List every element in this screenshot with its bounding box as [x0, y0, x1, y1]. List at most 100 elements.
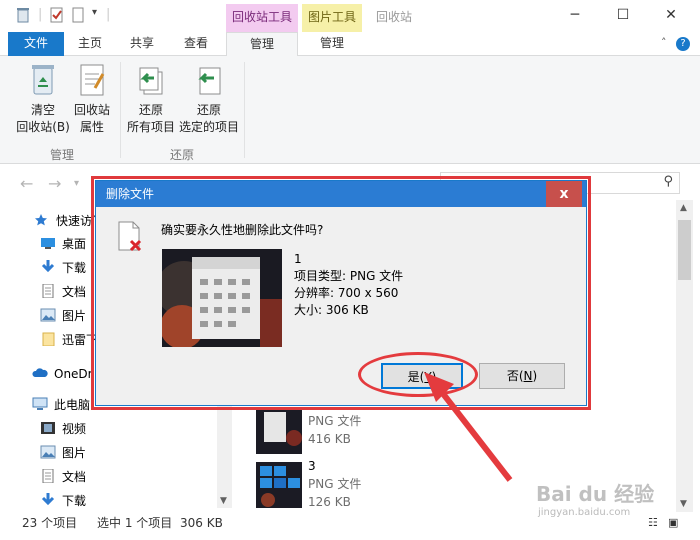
download-icon: [40, 259, 56, 273]
file-info: 1 项目类型: PNG 文件 分辨率: 700 x 560 大小: 306 KB: [294, 251, 403, 319]
minimize-button[interactable]: ─: [552, 0, 598, 30]
file-thumbnail[interactable]: [256, 462, 302, 508]
scroll-up-icon[interactable]: ▲: [680, 203, 687, 213]
recycle-bin-properties-button[interactable]: 回收站 属性: [70, 62, 114, 136]
back-arrow-icon[interactable]: ←: [20, 174, 33, 193]
button-label: 选定的项目: [178, 120, 239, 134]
help-icon[interactable]: ?: [676, 37, 690, 51]
video-icon: [40, 420, 56, 434]
button-label: 回收站(B): [16, 120, 70, 134]
scroll-down-icon[interactable]: ▼: [680, 499, 687, 509]
recycle-bin-small-icon[interactable]: [16, 7, 30, 23]
group-label-manage: 管理: [50, 148, 75, 162]
file-size: 126 KB: [308, 495, 351, 509]
computer-icon: [32, 396, 48, 410]
collapse-ribbon-icon[interactable]: ˄: [661, 36, 667, 49]
sidebar-item-documents[interactable]: 文档: [40, 281, 86, 303]
forward-arrow-icon[interactable]: →: [48, 174, 61, 193]
dialog-question: 确实要永久性地删除此文件吗?: [161, 223, 324, 237]
close-window-button[interactable]: ✕: [648, 0, 694, 30]
picture-icon: [40, 307, 56, 322]
tab-manage-recycle[interactable]: 管理: [226, 32, 298, 57]
file-size: 416 KB: [308, 432, 351, 446]
sidebar-item-label: 图片: [62, 446, 87, 460]
scroll-down-icon[interactable]: ▼: [220, 496, 227, 506]
sidebar-item-pictures[interactable]: 图片: [40, 305, 86, 327]
list-item[interactable]: 3 PNG 文件 126 KB: [308, 457, 361, 511]
properties-quick-icon[interactable]: [50, 7, 64, 23]
baidu-jingyan-watermark-url: jingyan.baidu.com: [538, 507, 631, 518]
file-type: PNG 文件: [308, 414, 362, 428]
sidebar-item-onedrive[interactable]: OneDr: [32, 363, 93, 385]
sidebar-item-desktop[interactable]: 桌面: [40, 233, 86, 255]
separator: |: [38, 7, 43, 22]
baidu-jingyan-watermark-logo: Bai du 经验: [536, 482, 655, 506]
sidebar-item-downloads[interactable]: 下载: [40, 257, 86, 279]
sidebar-item-label: 视频: [62, 422, 87, 436]
sidebar-item-this-pc[interactable]: 此电脑: [32, 394, 90, 416]
customize-quick-access-icon[interactable]: ▾: [92, 7, 97, 18]
item-count: 23 个项目: [22, 516, 78, 530]
document-icon: [40, 468, 56, 484]
list-item[interactable]: PNG 文件 416 KB: [308, 412, 361, 448]
scrollbar-thumb[interactable]: [678, 220, 691, 280]
picture-tools-tab[interactable]: 图片工具: [302, 4, 362, 32]
large-icons-view-icon[interactable]: ▣: [668, 514, 678, 532]
group-label-restore: 还原: [170, 148, 195, 162]
button-label: 清空: [30, 103, 55, 117]
button-label: 还原: [138, 103, 163, 117]
annotation-arrow-icon: [424, 372, 513, 482]
button-label: 还原: [196, 103, 221, 117]
sidebar-item-downloads-pc[interactable]: 下载: [40, 490, 86, 512]
file-size-line: 大小: 306 KB: [294, 303, 369, 317]
group-separator: [244, 62, 245, 158]
window-title: 回收站: [376, 10, 413, 24]
maximize-button[interactable]: ☐: [600, 0, 646, 30]
sidebar-item-label: 下载: [62, 494, 87, 508]
tab-share[interactable]: 共享: [120, 32, 164, 56]
file-type: PNG 文件: [308, 477, 362, 491]
sidebar-item-label: OneDr: [54, 367, 93, 381]
file-thumbnail[interactable]: [256, 408, 302, 454]
document-icon: [40, 283, 56, 299]
sidebar-item-label: 文档: [62, 285, 87, 299]
tab-file[interactable]: 文件: [8, 32, 64, 56]
new-file-quick-icon[interactable]: [72, 7, 84, 23]
tab-manage-picture[interactable]: 管理: [302, 32, 362, 56]
search-icon: ⚲: [663, 174, 673, 189]
file-list-scrollbar[interactable]: ▲ ▼: [676, 200, 693, 512]
button-label: 属性: [79, 120, 104, 134]
download-icon: [40, 492, 56, 506]
star-icon: [34, 212, 50, 226]
details-view-icon[interactable]: ☷: [648, 514, 658, 532]
sidebar-item-pictures-pc[interactable]: 图片: [40, 442, 86, 464]
restore-selected-button[interactable]: 还原 选定的项目: [178, 62, 240, 136]
empty-recycle-bin-button[interactable]: 清空 回收站(B): [14, 62, 72, 136]
dialog-close-button[interactable]: x: [546, 181, 582, 207]
sidebar-item-documents-pc[interactable]: 文档: [40, 466, 86, 488]
restore-selected-icon: [192, 62, 226, 98]
sidebar-item-label: 文档: [62, 470, 87, 484]
restore-all-button[interactable]: 还原 所有项目: [124, 62, 178, 136]
button-label: 回收站: [73, 103, 110, 117]
title-bar: | ▾ | 回收站工具 图片工具 回收站 ─ ☐ ✕: [0, 0, 700, 32]
properties-icon: [75, 62, 109, 98]
button-label: 所有项目: [126, 120, 175, 134]
selection-count: 选中 1 个项目: [97, 516, 173, 530]
picture-icon: [40, 444, 56, 459]
cloud-icon: [32, 365, 48, 379]
tab-view[interactable]: 查看: [174, 32, 218, 56]
recent-locations-icon[interactable]: ▾: [74, 178, 79, 189]
restore-all-icon: [134, 62, 168, 98]
separator: |: [106, 7, 111, 22]
file-name: 1: [294, 252, 302, 266]
sidebar-item-thunder-downloads[interactable]: 迅雷下: [40, 329, 98, 351]
sidebar-item-label: 图片: [62, 309, 87, 323]
file-resolution-line: 分辨率: 700 x 560: [294, 286, 399, 300]
folder-icon: [40, 331, 56, 347]
recycle-bin-tools-tab[interactable]: 回收站工具: [226, 4, 298, 32]
sidebar-item-videos[interactable]: 视频: [40, 418, 86, 440]
tab-home[interactable]: 主页: [68, 32, 112, 56]
delete-file-icon: [116, 221, 146, 254]
group-separator: [120, 62, 121, 158]
